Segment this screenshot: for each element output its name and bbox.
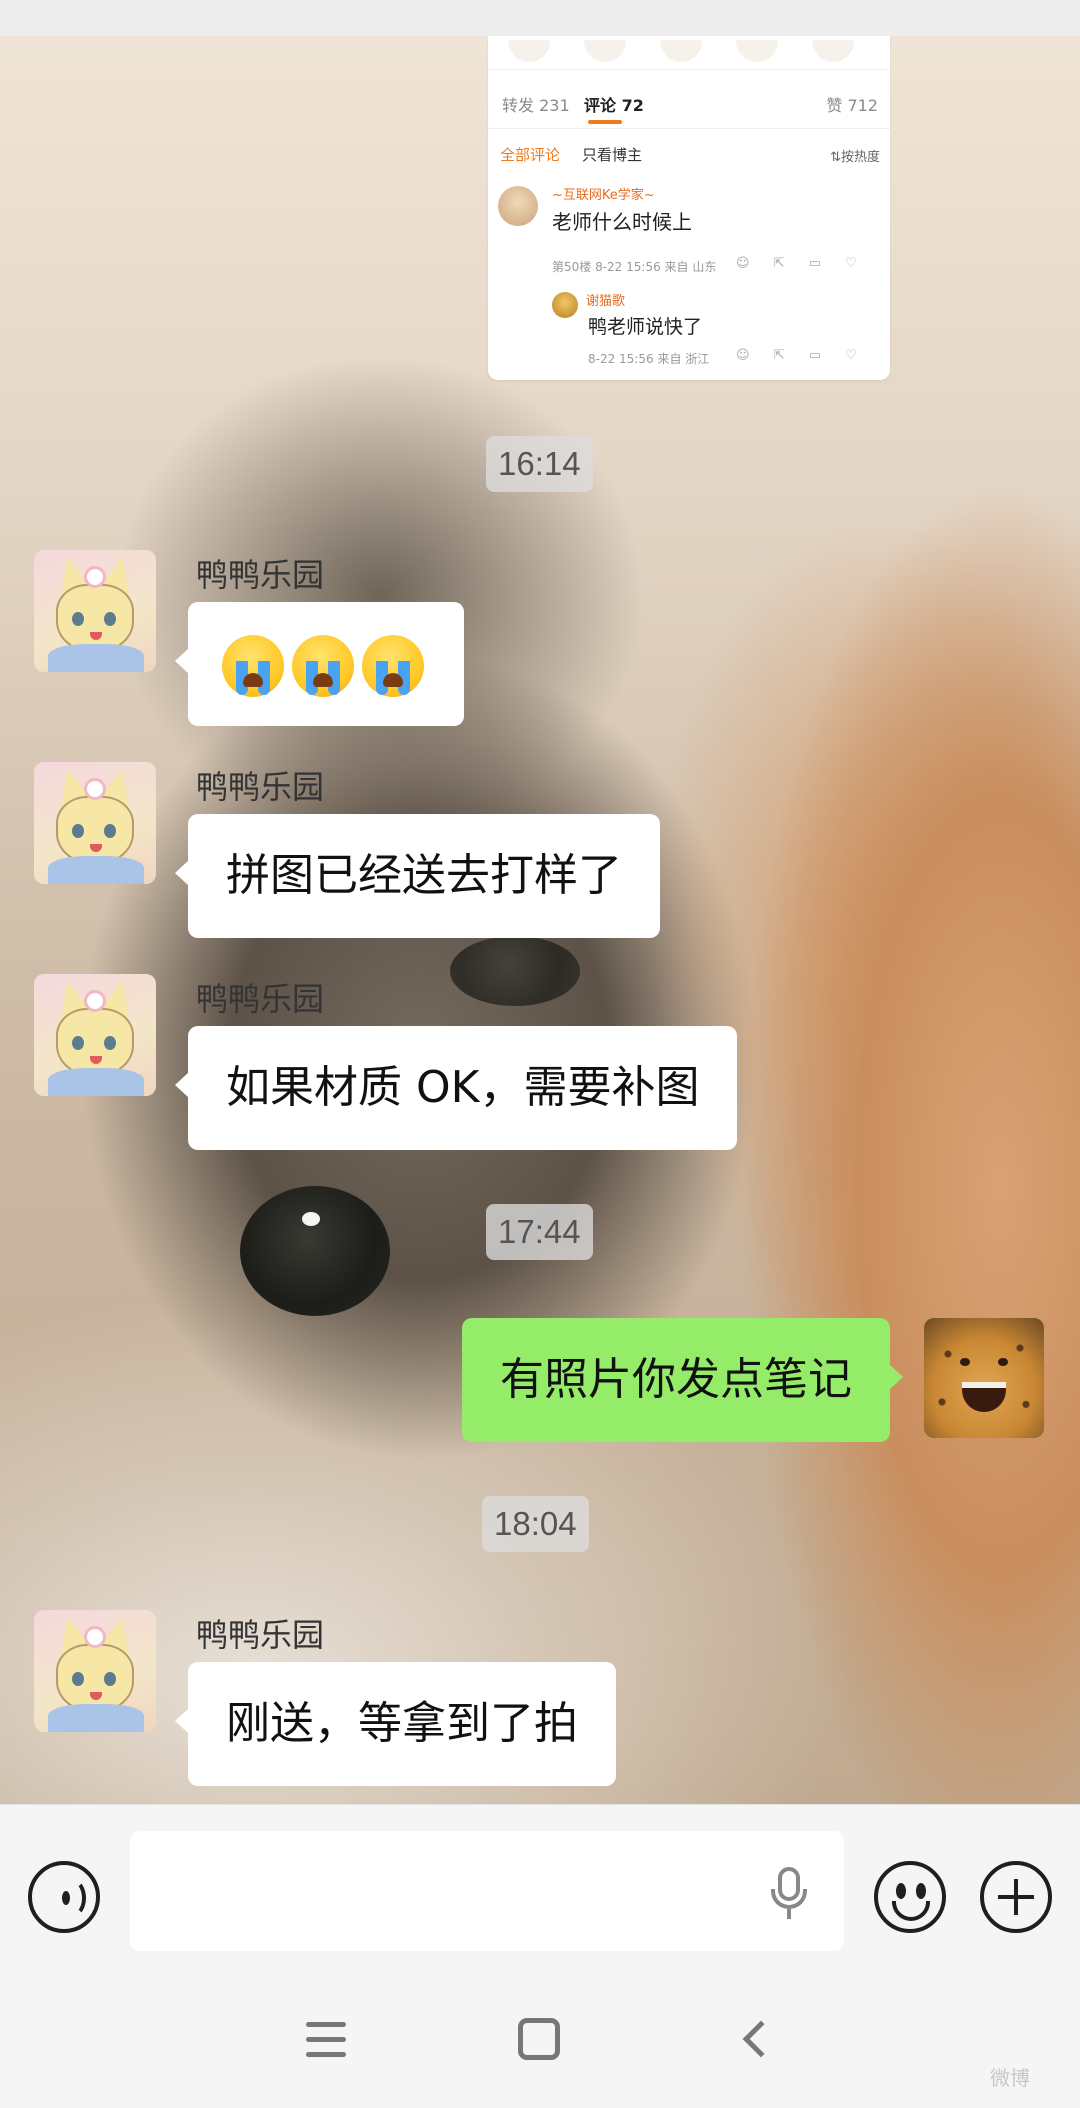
watermark: 微博	[990, 2066, 1030, 2090]
contact-avatar[interactable]	[34, 1610, 156, 1732]
home-icon[interactable]	[518, 2018, 560, 2060]
comment-actions[interactable]: ☺ ⇱ ▭ ♡	[736, 256, 867, 271]
sort-by-heat[interactable]: ⇅按热度	[830, 146, 880, 165]
reply-text: 鸭老师说快了	[588, 316, 703, 338]
my-message-bubble[interactable]: 有照片你发点笔记	[462, 1318, 903, 1442]
sort-icon: ⇅	[830, 150, 841, 165]
all-comments-filter[interactable]: 全部评论	[500, 144, 560, 165]
message-input[interactable]	[130, 1831, 844, 1951]
comment-meta: 第50楼 8-22 15:56 来自 山东	[552, 260, 717, 274]
microphone-foot	[787, 1909, 791, 1919]
recent-apps-icon[interactable]	[306, 2022, 346, 2058]
sender-name: 鸭鸭乐园	[196, 556, 325, 594]
comments-tab[interactable]: 评论 72	[584, 92, 644, 116]
divider	[488, 128, 890, 129]
contact-avatar[interactable]	[34, 550, 156, 672]
shared-post-screenshot[interactable]: 转发 231 评论 72 赞 712 全部评论 只看博主 ⇅按热度 ~互联网Ke…	[488, 36, 890, 380]
my-avatar[interactable]	[924, 1318, 1044, 1438]
reply-meta: 8-22 15:56 来自 浙江	[588, 352, 710, 366]
comment-text: 老师什么时候上	[552, 210, 692, 234]
sender-name: 鸭鸭乐园	[196, 980, 325, 1018]
reply-actions[interactable]: ☺ ⇱ ▭ ♡	[736, 348, 867, 363]
sender-name: 鸭鸭乐园	[196, 1616, 325, 1654]
commenter-avatar[interactable]	[498, 186, 538, 226]
system-nav-bar	[0, 1978, 1080, 2108]
timestamp: 18:04	[482, 1496, 589, 1552]
loudly-crying-face-icon	[362, 635, 424, 697]
back-icon[interactable]	[742, 2020, 780, 2058]
top-strip	[0, 0, 1080, 36]
message-bubble[interactable]: 刚送，等拿到了拍	[175, 1662, 616, 1786]
message-bubble[interactable]: 如果材质 OK，需要补图	[174, 1026, 738, 1150]
post-action-icons	[488, 36, 890, 70]
reposts-tab[interactable]: 转发 231	[502, 92, 570, 116]
cat-eye-decor	[450, 936, 580, 1006]
contact-avatar[interactable]	[34, 974, 156, 1096]
reply-avatar[interactable]	[552, 292, 578, 318]
likes-tab[interactable]: 赞 712	[826, 92, 878, 116]
plus-icon[interactable]	[980, 1861, 1052, 1933]
emoji-icon[interactable]	[874, 1861, 946, 1933]
message-bubble-emoji[interactable]	[175, 602, 464, 726]
chat-input-bar	[0, 1804, 1080, 1978]
message-bubble[interactable]: 拼图已经送去打样了	[175, 814, 660, 938]
timestamp: 16:14	[486, 436, 593, 492]
cat-eye-decor	[240, 1186, 390, 1316]
voice-mode-icon[interactable]	[28, 1861, 100, 1933]
sender-name: 鸭鸭乐园	[196, 768, 325, 806]
active-tab-indicator	[588, 120, 622, 124]
microphone-stand	[771, 1889, 807, 1909]
timestamp: 17:44	[486, 1204, 593, 1260]
loudly-crying-face-icon	[222, 635, 284, 697]
commenter-name[interactable]: ~互联网Ke学家~	[552, 184, 655, 203]
author-only-filter[interactable]: 只看博主	[582, 144, 642, 165]
loudly-crying-face-icon	[292, 635, 354, 697]
reply-user-name[interactable]: 谢猫歌	[586, 290, 625, 309]
contact-avatar[interactable]	[34, 762, 156, 884]
